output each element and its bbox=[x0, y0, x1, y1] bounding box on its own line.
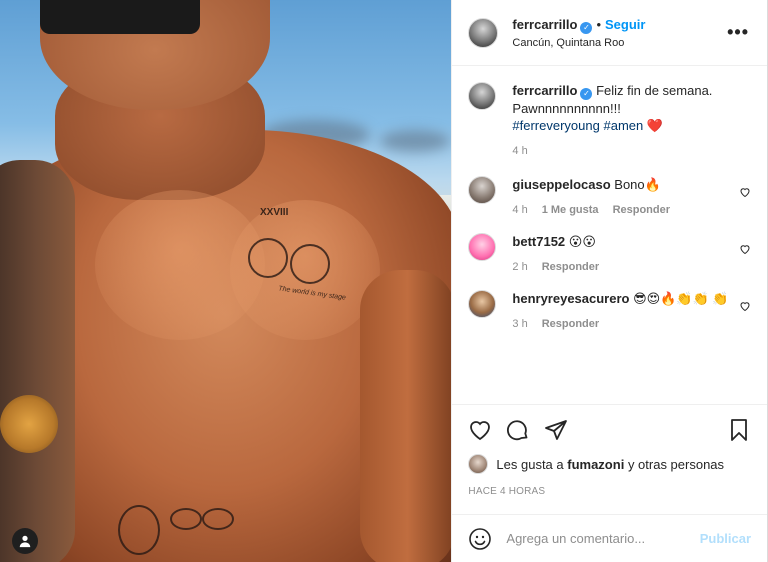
comment-text: 😎😍🔥👏👏 👏 bbox=[633, 291, 729, 306]
roman-numeral-tattoo: XXVIII bbox=[260, 207, 289, 218]
like-comment-heart-icon[interactable] bbox=[739, 300, 751, 312]
tagged-users-button[interactable] bbox=[12, 528, 38, 554]
comment-body: giuseppelocaso Bono🔥 4 h 1 Me gusta Resp… bbox=[512, 176, 740, 219]
comment-meta: 2 h Responder bbox=[512, 259, 740, 276]
infinity-tattoo bbox=[170, 508, 202, 530]
reply-button[interactable]: Responder bbox=[613, 202, 670, 219]
comment-meta: 4 h 1 Me gusta Responder bbox=[512, 202, 740, 219]
comment-text: Bono🔥 bbox=[614, 177, 661, 192]
action-icons bbox=[468, 415, 751, 445]
follow-button[interactable]: Seguir bbox=[605, 17, 645, 32]
heart-emoji: ❤️ bbox=[646, 118, 664, 133]
verified-badge-icon: ✓ bbox=[580, 21, 593, 34]
separator-dot: • bbox=[596, 16, 602, 32]
caption-time[interactable]: 4 h bbox=[512, 143, 527, 160]
comment-username[interactable]: giuseppelocaso bbox=[512, 177, 610, 192]
post-side-panel: ferrcarrillo ✓ • Seguir Cancún, Quintana Ro… bbox=[451, 0, 767, 562]
caption-username[interactable]: ferrcarrillo bbox=[512, 83, 577, 98]
hashtag-link[interactable]: #amen bbox=[603, 118, 643, 133]
add-comment-bar: Publicar bbox=[452, 514, 767, 562]
likes-summary: Les gusta a fumazoni y otras personas bbox=[468, 454, 751, 474]
post-actions: Les gusta a fumazoni y otras personas HA… bbox=[452, 404, 767, 514]
reply-button[interactable]: Responder bbox=[542, 316, 599, 333]
comment-body: bett7152 😮😮 2 h Responder bbox=[512, 233, 740, 276]
comment-likes[interactable]: 1 Me gusta bbox=[542, 202, 599, 219]
liker-avatar[interactable] bbox=[468, 454, 489, 474]
post-header: ferrcarrillo ✓ • Seguir Cancún, Quintana Ro… bbox=[452, 0, 767, 66]
mask-tattoo bbox=[248, 238, 288, 278]
post-location[interactable]: Cancún, Quintana Roo bbox=[512, 37, 645, 49]
mask-tattoo bbox=[290, 244, 330, 284]
post-photo[interactable]: XXVIII The world is my stage bbox=[0, 0, 452, 562]
save-bookmark-icon[interactable] bbox=[727, 418, 751, 442]
like-comment-heart-icon[interactable] bbox=[739, 243, 751, 255]
left-arm bbox=[0, 160, 75, 562]
comment-username[interactable]: henryreyesacurero bbox=[512, 291, 629, 306]
post-timestamp[interactable]: HACE 4 HORAS bbox=[468, 486, 751, 497]
comment-item: henryreyesacurero 😎😍🔥👏👏 👏 3 h Responder bbox=[468, 290, 751, 333]
commenter-avatar[interactable] bbox=[468, 233, 497, 261]
publish-button[interactable]: Publicar bbox=[700, 531, 751, 546]
cloud bbox=[380, 130, 450, 152]
comment-item: bett7152 😮😮 2 h Responder bbox=[468, 233, 751, 276]
comment-input[interactable] bbox=[506, 531, 700, 546]
caption-avatar[interactable] bbox=[468, 82, 497, 110]
share-paper-plane-icon[interactable] bbox=[544, 418, 568, 442]
like-heart-icon[interactable] bbox=[468, 418, 492, 442]
liker-username[interactable]: fumazoni bbox=[567, 457, 624, 472]
zodiac-tattoo bbox=[118, 505, 160, 555]
author-info: ferrcarrillo ✓ • Seguir Cancún, Quintana Ro… bbox=[512, 17, 645, 49]
comment-bubble-icon[interactable] bbox=[506, 418, 530, 442]
right-arm bbox=[360, 270, 452, 562]
reply-button[interactable]: Responder bbox=[542, 259, 599, 276]
post-modal: XXVIII The world is my stage ferrcarrill… bbox=[0, 0, 768, 562]
commenter-avatar[interactable] bbox=[468, 290, 497, 318]
comment-time[interactable]: 2 h bbox=[512, 259, 527, 276]
comment-username[interactable]: bett7152 bbox=[512, 234, 565, 249]
caption: ferrcarrillo ✓ Feliz fin de semana. Pawnn… bbox=[468, 82, 751, 160]
rose-tattoo bbox=[0, 395, 58, 453]
hashtag-link[interactable]: #ferreveryoung bbox=[512, 118, 599, 133]
like-comment-heart-icon[interactable] bbox=[739, 186, 751, 198]
comments-list: ferrcarrillo ✓ Feliz fin de semana. Pawnn… bbox=[452, 66, 767, 404]
infinity-tattoo bbox=[202, 508, 234, 530]
comment-item: giuseppelocaso Bono🔥 4 h 1 Me gusta Resp… bbox=[468, 176, 751, 219]
comment-text: 😮😮 bbox=[568, 234, 596, 249]
user-icon bbox=[19, 535, 31, 548]
author-avatar[interactable] bbox=[468, 17, 499, 48]
commenter-avatar[interactable] bbox=[468, 176, 497, 204]
comment-body: henryreyesacurero 😎😍🔥👏👏 👏 3 h Responder bbox=[512, 290, 740, 333]
likes-prefix: Les gusta a bbox=[496, 456, 564, 472]
comment-meta: 3 h Responder bbox=[512, 316, 740, 333]
emoji-smiley-icon[interactable] bbox=[468, 527, 492, 551]
sunglasses bbox=[40, 0, 200, 34]
author-username[interactable]: ferrcarrillo bbox=[512, 17, 577, 32]
verified-badge-icon: ✓ bbox=[580, 88, 593, 100]
likes-suffix[interactable]: y otras personas bbox=[628, 457, 724, 472]
comment-time[interactable]: 3 h bbox=[512, 316, 527, 333]
more-options-button[interactable]: ••• bbox=[727, 22, 749, 43]
comment-time[interactable]: 4 h bbox=[512, 202, 527, 219]
caption-meta: 4 h bbox=[512, 143, 740, 160]
caption-body: ferrcarrillo ✓ Feliz fin de semana. Pawnn… bbox=[512, 82, 740, 160]
